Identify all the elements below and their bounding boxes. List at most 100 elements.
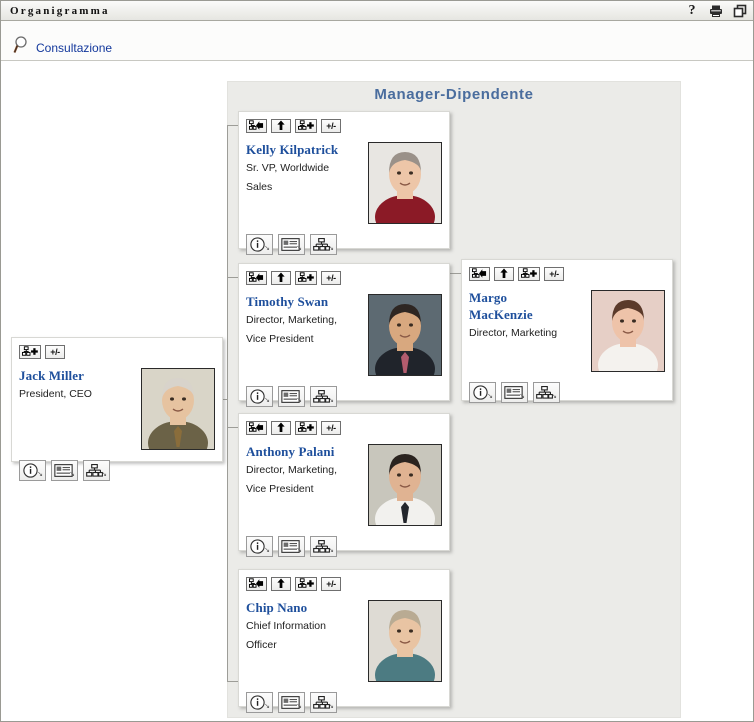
node-toolbar: +/- [469, 266, 665, 281]
expand-collapse-button[interactable]: +/- [45, 344, 65, 359]
details-button[interactable]: ↘ [246, 386, 273, 407]
business-card-button[interactable]: ↘ [278, 692, 305, 713]
node-job-title: Sales [246, 181, 273, 193]
org-chart-button[interactable]: ↘ [533, 382, 560, 403]
org-node-kelly-kilpatrick[interactable]: +/- Kelly Kilpatrick Sr. VP, Worldwide Sale… [238, 111, 450, 255]
chevron-down-icon[interactable]: ↘ [101, 471, 107, 478]
node-name[interactable]: Jack Miller [19, 368, 137, 383]
org-chart-button[interactable]: ↘ [310, 386, 337, 407]
chevron-down-icon[interactable]: ↘ [296, 397, 302, 404]
go-to-manager-button[interactable] [246, 420, 267, 435]
org-chart-button[interactable]: ↘ [310, 536, 337, 557]
org-node-chip-nano[interactable]: +/- Chip Nano Chief Information Officer ↘ ↘ ↘ [238, 569, 450, 713]
help-icon[interactable]: ? [685, 3, 699, 18]
node-name[interactable]: Kelly Kilpatrick [246, 142, 364, 157]
chevron-down-icon[interactable]: ↘ [264, 703, 270, 710]
go-to-manager-button[interactable] [469, 266, 490, 281]
move-up-button[interactable] [271, 576, 291, 591]
chevron-down-icon[interactable]: ↘ [328, 547, 334, 554]
plus-minus-icon: +/- [50, 346, 60, 357]
chevron-down-icon[interactable]: ↘ [296, 547, 302, 554]
move-up-button[interactable] [271, 118, 291, 133]
org-chart-button[interactable]: ↘ [310, 692, 337, 713]
node-name[interactable]: Chip Nano [246, 600, 364, 615]
details-button[interactable]: ↘ [469, 382, 496, 403]
chevron-down-icon[interactable]: ↘ [264, 397, 270, 404]
chevron-down-icon[interactable]: ↘ [328, 397, 334, 404]
chevron-down-icon[interactable]: ↘ [551, 393, 557, 400]
node-name[interactable]: Anthony Palani [246, 444, 364, 459]
node-action-bar: ↘ ↘ ↘ [246, 536, 442, 557]
consultazione-tool[interactable]: Consultazione [13, 35, 112, 60]
node-text: Margo MacKenzie Director, Marketing [469, 290, 591, 372]
org-node-anthony-palani[interactable]: +/- Anthony Palani Director, Marketing, Vic… [238, 413, 450, 557]
business-card-button[interactable]: ↘ [278, 386, 305, 407]
up-arrow-icon [276, 578, 286, 589]
node-name[interactable]: Timothy Swan [246, 294, 364, 309]
chevron-down-icon[interactable]: ↘ [519, 393, 525, 400]
chevron-down-icon[interactable]: ↘ [264, 245, 270, 252]
business-card-button[interactable]: ↘ [501, 382, 528, 403]
app-toolbar: Consultazione [1, 21, 753, 61]
expand-collapse-button[interactable]: +/- [321, 270, 341, 285]
chevron-down-icon[interactable]: ↘ [296, 245, 302, 252]
chevron-down-icon[interactable]: ↘ [487, 393, 493, 400]
chip-nano-photo [368, 600, 442, 682]
go-to-manager-button[interactable] [246, 118, 267, 133]
node-action-bar: ↘ ↘ ↘ [19, 460, 215, 481]
business-card-button[interactable]: ↘ [278, 234, 305, 255]
add-node-button[interactable] [295, 420, 317, 435]
chevron-down-icon[interactable]: ↘ [328, 703, 334, 710]
add-node-button[interactable] [518, 266, 540, 281]
expand-collapse-button[interactable]: +/- [321, 118, 341, 133]
expand-collapse-button[interactable]: +/- [321, 576, 341, 591]
restore-window-icon[interactable] [733, 4, 747, 18]
org-chart-button[interactable]: ↘ [310, 234, 337, 255]
node-plus-icon [298, 272, 314, 283]
expand-collapse-button[interactable]: +/- [544, 266, 564, 281]
chevron-down-icon[interactable]: ↘ [264, 547, 270, 554]
go-to-manager-button[interactable] [246, 270, 267, 285]
add-node-button[interactable] [295, 118, 317, 133]
node-body: Timothy Swan Director, Marketing, Vice Pre… [246, 294, 442, 376]
add-node-button[interactable] [295, 576, 317, 591]
node-toolbar: +/- [246, 576, 442, 591]
chevron-down-icon[interactable]: ↘ [296, 703, 302, 710]
up-arrow-icon [276, 120, 286, 131]
chevron-down-icon[interactable]: ↘ [37, 471, 43, 478]
add-node-button[interactable] [295, 270, 317, 285]
org-node-margo-mackenzie[interactable]: +/- Margo MacKenzie Director, Marketing ↘ ↘ ↘ [461, 259, 673, 403]
org-chart-button[interactable]: ↘ [83, 460, 110, 481]
business-card-button[interactable]: ↘ [51, 460, 78, 481]
move-up-button[interactable] [271, 420, 291, 435]
chevron-down-icon[interactable]: ↘ [69, 471, 75, 478]
go-to-manager-button[interactable] [246, 576, 267, 591]
print-icon[interactable] [709, 4, 723, 18]
org-node-timothy-swan[interactable]: +/- Timothy Swan Director, Marketing, Vice … [238, 263, 450, 407]
consultazione-label: Consultazione [36, 41, 113, 55]
node-plus-icon [22, 346, 38, 357]
org-node-jack-miller[interactable]: +/- Jack Miller President, CEO ↘ ↘ ↘ [11, 337, 223, 481]
chevron-down-icon[interactable]: ↘ [328, 245, 334, 252]
kelly-kilpatrick-photo [368, 142, 442, 224]
stub-timothy [227, 277, 238, 278]
details-button[interactable]: ↘ [246, 692, 273, 713]
node-action-bar: ↘ ↘ ↘ [246, 692, 442, 713]
move-up-button[interactable] [494, 266, 514, 281]
details-button[interactable]: ↘ [246, 234, 273, 255]
node-plus-icon [521, 268, 537, 279]
node-job-title: Sr. VP, Worldwide [246, 162, 330, 174]
node-body: Kelly Kilpatrick Sr. VP, Worldwide Sales [246, 142, 442, 224]
details-button[interactable]: ↘ [19, 460, 46, 481]
node-action-bar: ↘ ↘ ↘ [469, 382, 665, 403]
node-name[interactable]: Margo [469, 290, 587, 305]
business-card-button[interactable]: ↘ [278, 536, 305, 557]
expand-collapse-button[interactable]: +/- [321, 420, 341, 435]
node-plus-icon [298, 578, 314, 589]
plus-minus-icon: +/- [326, 422, 336, 433]
stub-jack [223, 399, 228, 400]
move-up-button[interactable] [271, 270, 291, 285]
details-button[interactable]: ↘ [246, 536, 273, 557]
add-node-button[interactable] [19, 344, 41, 359]
node-name[interactable]: MacKenzie [469, 307, 587, 322]
